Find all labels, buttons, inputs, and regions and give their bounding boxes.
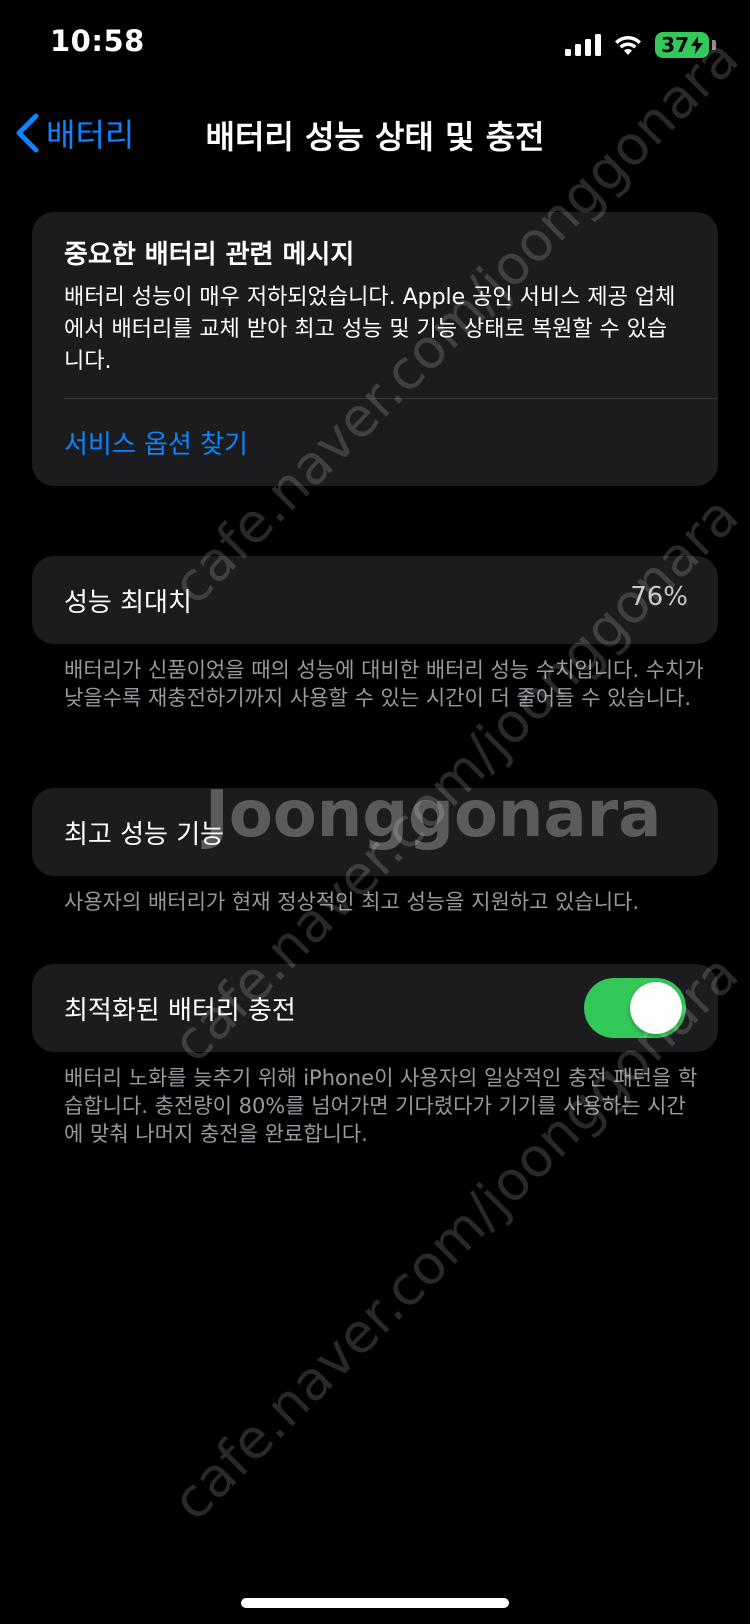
chevron-left-icon	[16, 113, 39, 153]
cellular-signal-icon	[565, 34, 602, 56]
wifi-icon	[615, 35, 642, 55]
back-button[interactable]: 배터리	[14, 110, 134, 156]
peak-performance-label: 최고 성능 기능	[64, 820, 225, 850]
watermark-brand: Joonggonara	[205, 778, 662, 852]
back-button-label: 배터리	[46, 116, 135, 154]
find-service-options-link[interactable]: 서비스 옵션 찾기	[64, 424, 248, 461]
maximum-capacity-label: 성능 최대치	[64, 588, 192, 618]
status-time: 10:58	[50, 24, 145, 58]
message-title: 중요한 배터리 관련 메시지	[64, 240, 355, 270]
home-indicator[interactable]	[241, 1598, 509, 1608]
